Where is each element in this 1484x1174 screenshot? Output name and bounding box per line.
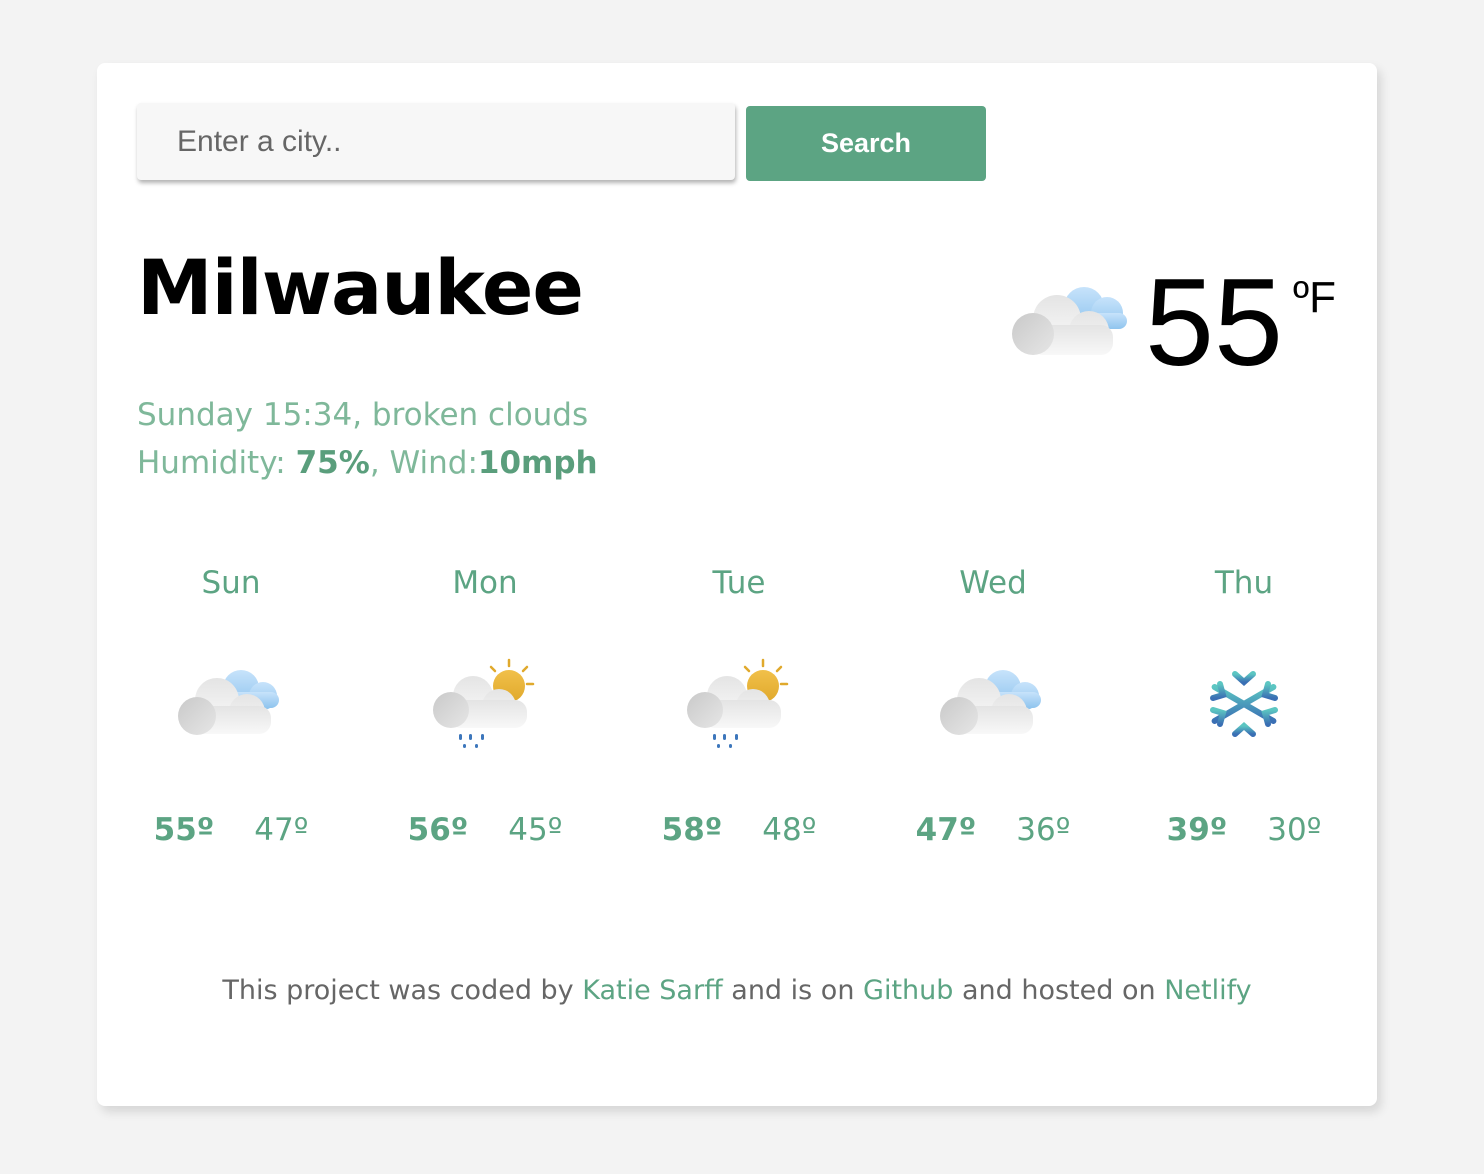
forecast-max: 39º bbox=[1166, 812, 1228, 848]
forecast-max: 55º bbox=[153, 812, 215, 848]
forecast-min: 30º bbox=[1267, 812, 1322, 848]
forecast-min: 45º bbox=[508, 812, 563, 848]
forecast-day-name: Mon bbox=[452, 565, 518, 601]
weather-description: broken clouds bbox=[371, 397, 589, 433]
humidity-label: Humidity: bbox=[137, 445, 286, 481]
date-description-line: Sunday 15:34, broken clouds bbox=[137, 397, 589, 433]
forecast-max: 47º bbox=[915, 812, 977, 848]
footer: This project was coded by Katie Sarff an… bbox=[97, 975, 1377, 1006]
forecast-temps: 39º 30º bbox=[1124, 812, 1364, 848]
forecast-temps: 56º 45º bbox=[365, 812, 605, 848]
humidity-wind-line: Humidity: 75%, Wind:10mph bbox=[137, 445, 598, 481]
current-details: Sunday 15:34, broken clouds Humidity: 75… bbox=[137, 391, 598, 487]
forecast-max: 58º bbox=[661, 812, 723, 848]
weather-card: Search Milwaukee Sunday 15:34, broken cl… bbox=[97, 63, 1377, 1106]
city-name: Milwaukee bbox=[137, 243, 584, 332]
forecast-temps: 47º 36º bbox=[873, 812, 1113, 848]
forecast-day: Thu 39º 30º bbox=[1124, 558, 1364, 848]
forecast-day-name: Thu bbox=[1214, 565, 1274, 601]
footer-text: and hosted on bbox=[953, 975, 1165, 1006]
forecast-temps: 55º 47º bbox=[111, 812, 351, 848]
search-button[interactable]: Search bbox=[746, 106, 986, 181]
wind-value: 10mph bbox=[477, 445, 598, 481]
forecast-min: 47º bbox=[254, 812, 309, 848]
day-time: Sunday 15:34 bbox=[137, 397, 353, 433]
forecast-day: Sun 55º 47º bbox=[111, 558, 351, 848]
footer-text: This project was coded by bbox=[222, 975, 583, 1006]
rain-sun-icon bbox=[433, 658, 535, 748]
forecast-day: Tue 58º 48º bbox=[619, 558, 859, 848]
footer-text: and is on bbox=[722, 975, 864, 1006]
forecast-day: Mon 56º 45º bbox=[365, 558, 605, 848]
forecast-day-name: Sun bbox=[201, 565, 261, 601]
forecast-day: Wed 47º 36º bbox=[873, 558, 1113, 848]
forecast-temps: 58º 48º bbox=[619, 812, 859, 848]
city-search-input[interactable] bbox=[137, 103, 735, 180]
forecast-min: 36º bbox=[1016, 812, 1071, 848]
clouds-icon bbox=[940, 670, 1041, 735]
temperature-unit[interactable]: ºF bbox=[1293, 273, 1336, 323]
github-link[interactable]: Github bbox=[863, 975, 953, 1006]
forecast: Sun 55º 47º Mon 56º 45º Tue 58º 48º Wed … bbox=[97, 558, 1377, 858]
snowflake-icon bbox=[1210, 667, 1278, 741]
rain-sun-icon bbox=[687, 658, 789, 748]
broken-clouds-icon bbox=[1012, 287, 1127, 355]
humidity-value: 75% bbox=[295, 445, 370, 481]
current-temperature: 55 bbox=[1145, 254, 1283, 392]
netlify-link[interactable]: Netlify bbox=[1164, 975, 1251, 1006]
forecast-min: 48º bbox=[762, 812, 817, 848]
forecast-day-name: Tue bbox=[712, 565, 766, 601]
clouds-icon bbox=[178, 670, 279, 735]
forecast-max: 56º bbox=[407, 812, 469, 848]
wind-label: Wind: bbox=[389, 445, 478, 481]
author-link[interactable]: Katie Sarff bbox=[582, 975, 722, 1006]
forecast-day-name: Wed bbox=[959, 565, 1027, 601]
